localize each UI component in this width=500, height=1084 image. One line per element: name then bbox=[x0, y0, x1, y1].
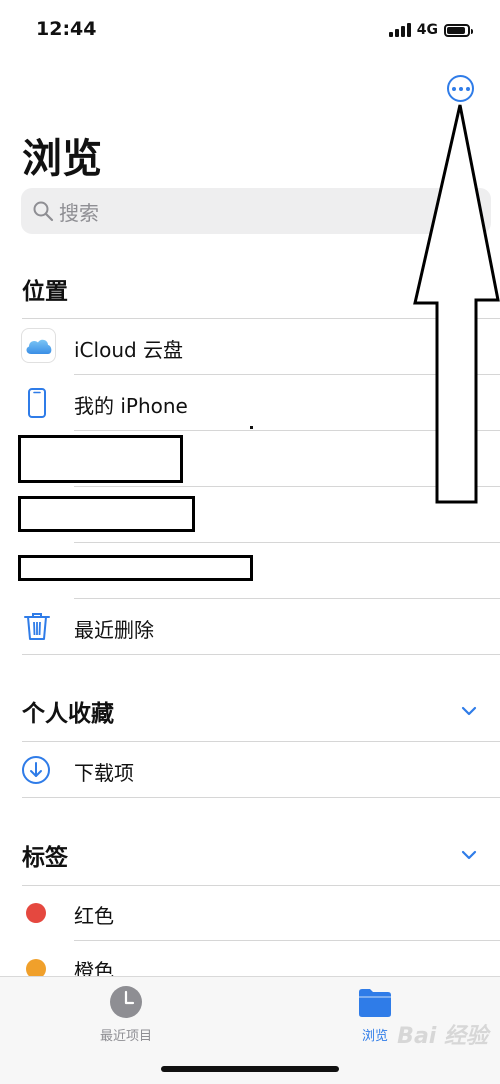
redacted-location-2[interactable] bbox=[18, 496, 195, 532]
clock-icon bbox=[110, 986, 142, 1018]
tab-label: 浏览 bbox=[361, 1029, 388, 1044]
search-placeholder: 搜索 bbox=[59, 200, 99, 225]
download-icon bbox=[22, 756, 50, 784]
icloud-icon bbox=[21, 328, 56, 363]
favorite-item-downloads[interactable]: 下载项 bbox=[0, 742, 500, 797]
divider bbox=[22, 654, 500, 655]
section-title-locations: 位置 bbox=[22, 279, 68, 305]
redacted-location-3[interactable] bbox=[18, 555, 253, 581]
tab-browse[interactable]: 浏览 bbox=[348, 985, 402, 1044]
section-title-favorites: 个人收藏 bbox=[22, 701, 114, 727]
folder-icon bbox=[359, 989, 391, 1017]
search-icon bbox=[33, 201, 54, 222]
section-title-tags: 标签 bbox=[22, 845, 68, 871]
location-label: 最近删除 bbox=[74, 618, 154, 642]
location-item-recently-deleted[interactable]: 最近删除 bbox=[0, 599, 500, 654]
tag-item-red[interactable]: 红色 bbox=[0, 886, 500, 940]
signal-icon bbox=[388, 23, 411, 37]
tab-label: 最近项目 bbox=[99, 1029, 152, 1044]
section-header-tags[interactable]: 标签 bbox=[0, 832, 500, 876]
tab-recents[interactable]: 最近项目 bbox=[88, 985, 164, 1044]
annotation-arrow-icon bbox=[413, 104, 500, 504]
tag-label: 红色 bbox=[74, 904, 114, 928]
chevron-down-icon bbox=[461, 706, 477, 716]
trash-icon bbox=[24, 613, 50, 640]
iphone-icon bbox=[28, 388, 46, 418]
location-label: 我的 iPhone bbox=[74, 394, 188, 418]
more-options-button[interactable] bbox=[447, 75, 474, 102]
redacted-location-1[interactable] bbox=[18, 435, 183, 483]
section-header-favorites[interactable]: 个人收藏 bbox=[0, 688, 500, 732]
battery-icon bbox=[444, 23, 473, 37]
divider bbox=[74, 542, 500, 543]
home-indicator[interactable] bbox=[161, 1066, 339, 1072]
page-title: 浏览 bbox=[22, 136, 102, 182]
location-label: iCloud 云盘 bbox=[74, 338, 184, 362]
speck bbox=[250, 426, 253, 429]
favorite-label: 下载项 bbox=[74, 761, 134, 785]
chevron-down-icon bbox=[461, 850, 477, 860]
watermark: Bai 经验 bbox=[397, 1024, 488, 1049]
status-indicators: 4G bbox=[388, 20, 473, 40]
tag-color-dot-icon bbox=[26, 903, 46, 923]
divider bbox=[22, 797, 500, 798]
network-type: 4G bbox=[416, 22, 438, 38]
status-time: 12:44 bbox=[36, 18, 97, 40]
